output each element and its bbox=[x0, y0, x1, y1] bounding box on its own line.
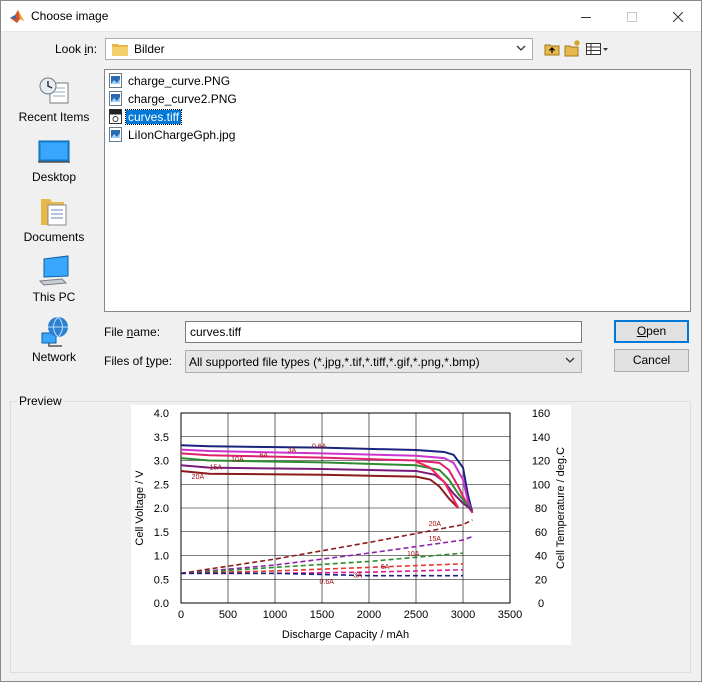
y-tick-label: 2.0 bbox=[154, 503, 169, 515]
close-icon bbox=[673, 11, 683, 22]
x-tick-label: 3000 bbox=[451, 609, 475, 621]
preview-label: Preview bbox=[17, 394, 64, 408]
place-label: Desktop bbox=[31, 170, 77, 184]
open-button[interactable]: Open bbox=[614, 320, 689, 343]
recent-items-icon bbox=[39, 77, 69, 104]
x-tick-label: 1000 bbox=[263, 609, 287, 621]
y2-tick-label: 80 bbox=[535, 503, 547, 515]
matlab-icon bbox=[10, 10, 24, 23]
maximize-icon bbox=[627, 11, 637, 22]
look-in-combo[interactable]: Bilder bbox=[105, 38, 533, 60]
place-documents[interactable]: Documents bbox=[11, 189, 97, 249]
y-tick-label: 2.5 bbox=[154, 479, 169, 491]
series-label: 3A bbox=[288, 448, 297, 455]
y2-tick-label: 20 bbox=[535, 574, 547, 586]
file-name: curves.tiff bbox=[124, 109, 183, 125]
preview-chart: 0 500 1000 1500 2000 2500 3000 35000.00.51.01.5… bbox=[131, 405, 571, 645]
series-label: 15A bbox=[429, 536, 442, 543]
y2-tick-label: 120 bbox=[532, 456, 550, 468]
close-button[interactable] bbox=[655, 1, 701, 32]
series-label: 15A bbox=[210, 465, 223, 472]
place-label: Documents bbox=[23, 230, 85, 244]
y-axis-label: Cell Voltage / V bbox=[134, 470, 146, 546]
series-label: 10A bbox=[407, 551, 420, 558]
y2-tick-label: 160 bbox=[532, 408, 550, 420]
tiff-file-icon bbox=[109, 109, 122, 124]
image-file-icon bbox=[109, 127, 122, 142]
places-bar: Recent Items Desktop Documents This PC N… bbox=[11, 69, 97, 373]
image-file-icon bbox=[109, 73, 122, 88]
x-tick-label: 3500 bbox=[498, 609, 522, 621]
minimize-icon bbox=[581, 16, 591, 18]
chevron-down-icon bbox=[565, 357, 575, 363]
maximize-button bbox=[609, 1, 655, 32]
file-list[interactable]: charge_curve.PNG charge_curve2.PNG curve… bbox=[104, 69, 691, 312]
documents-icon bbox=[41, 199, 67, 226]
choose-image-dialog: Choose image Look in: Bilder Recent Item… bbox=[0, 0, 702, 682]
y2-tick-label: 0 bbox=[538, 598, 544, 610]
y-tick-label: 0.0 bbox=[154, 598, 169, 610]
place-label: This PC bbox=[32, 290, 76, 304]
place-this-pc[interactable]: This PC bbox=[11, 249, 97, 309]
y2-tick-label: 140 bbox=[532, 432, 550, 444]
series-label: 10A bbox=[231, 457, 244, 464]
series-label: 20A bbox=[192, 474, 205, 481]
y-tick-label: 3.0 bbox=[154, 456, 169, 468]
files-of-type-label: Files of type: bbox=[104, 354, 173, 368]
file-name: charge_curve.PNG bbox=[128, 74, 231, 88]
y2-tick-label: 100 bbox=[532, 479, 550, 491]
look-in-value: Bilder bbox=[134, 42, 165, 56]
network-icon bbox=[41, 316, 68, 347]
y2-axis-label: Cell Temperature / deg.C bbox=[555, 447, 567, 569]
folder-icon bbox=[112, 44, 128, 56]
title-bar: Choose image bbox=[1, 1, 701, 32]
computer-icon bbox=[38, 255, 69, 286]
x-tick-label: 0 bbox=[178, 609, 184, 621]
file-type-value: All supported file types (*.jpg,*.tif,*.… bbox=[189, 355, 480, 369]
desktop-icon bbox=[38, 140, 70, 163]
look-in-label: Look in: bbox=[55, 42, 98, 56]
file-name: charge_curve2.PNG bbox=[128, 92, 237, 106]
file-name-input[interactable] bbox=[185, 321, 582, 343]
place-label: Recent Items bbox=[18, 110, 90, 124]
view-menu-icon[interactable] bbox=[585, 39, 609, 59]
file-name: LiIonChargeGph.jpg bbox=[128, 128, 236, 142]
y-tick-label: 1.0 bbox=[154, 551, 169, 563]
up-folder-icon[interactable] bbox=[543, 39, 563, 59]
series-label: 0.6A bbox=[312, 443, 327, 450]
y-tick-label: 1.5 bbox=[154, 527, 169, 539]
x-tick-label: 1500 bbox=[310, 609, 334, 621]
x-tick-label: 2500 bbox=[404, 609, 428, 621]
series-label: 20A bbox=[429, 521, 442, 528]
series-label: 0.6A bbox=[319, 579, 334, 586]
y2-tick-label: 60 bbox=[535, 527, 547, 539]
image-file-icon bbox=[109, 91, 122, 106]
minimize-button[interactable] bbox=[563, 1, 609, 32]
y-tick-label: 3.5 bbox=[154, 432, 169, 444]
cancel-button[interactable]: Cancel bbox=[614, 349, 689, 372]
file-name-label: File name: bbox=[104, 325, 161, 339]
x-axis-label: Discharge Capacity / mAh bbox=[282, 629, 409, 641]
y2-tick-label: 40 bbox=[535, 551, 547, 563]
x-tick-label: 500 bbox=[219, 609, 237, 621]
y-tick-label: 4.0 bbox=[154, 408, 169, 420]
series-label: 3A bbox=[353, 573, 362, 580]
chevron-down-icon bbox=[516, 45, 526, 51]
y-tick-label: 0.5 bbox=[154, 574, 169, 586]
window-title: Choose image bbox=[31, 9, 109, 23]
x-tick-label: 2000 bbox=[357, 609, 381, 621]
place-network[interactable]: Network bbox=[11, 309, 97, 369]
place-desktop[interactable]: Desktop bbox=[11, 129, 97, 189]
series-label: 6A bbox=[259, 452, 268, 459]
series-label: 6A bbox=[381, 564, 390, 571]
place-label: Network bbox=[31, 350, 76, 364]
new-folder-icon[interactable] bbox=[563, 39, 583, 59]
file-type-combo[interactable]: All supported file types (*.jpg,*.tif,*.… bbox=[185, 350, 582, 373]
place-recent-items[interactable]: Recent Items bbox=[11, 69, 97, 129]
